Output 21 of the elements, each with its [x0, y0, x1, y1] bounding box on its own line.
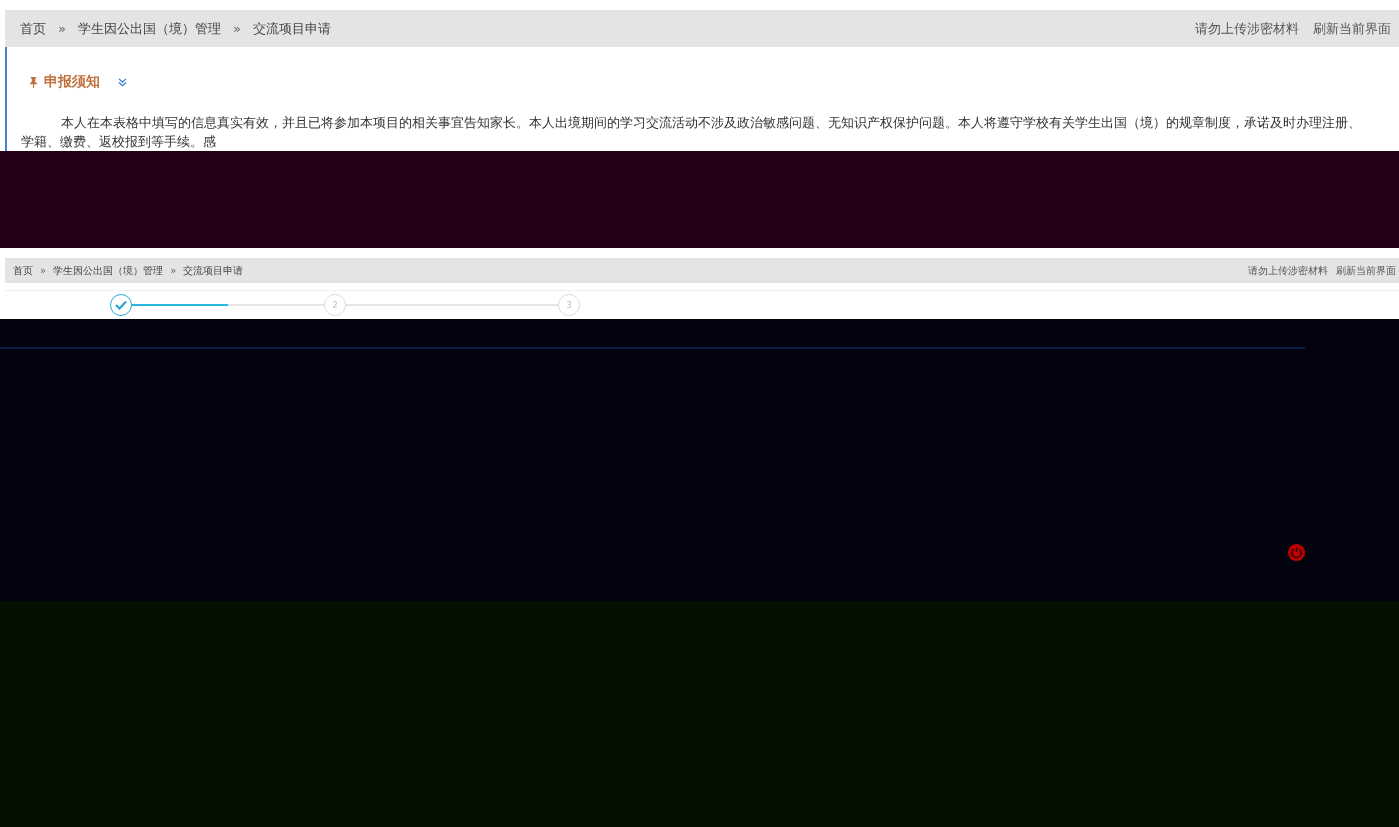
notice-text: 本人在本表格中填写的信息真实有效，并且已将参加本项目的相关事宜告知家长。本人出境期间的学习交流活动不涉及政治敏感问题、无知识产权保护问题。本人将遵守学校有关学生出国（境）的规章制度，承诺及时办理注册、 — [60, 114, 1362, 132]
breadcrumb-separator: » — [58, 21, 66, 36]
breadcrumb-link[interactable]: 交流项目申请 — [183, 263, 244, 278]
breadcrumb-separator: » — [170, 265, 177, 276]
breadcrumb-link[interactable]: 学生因公出国（境）管理 — [53, 263, 164, 278]
breadcrumb-link[interactable]: 首页 — [13, 263, 33, 278]
header-link[interactable]: 刷新当前界面 — [1336, 263, 1396, 278]
chevron-icon[interactable] — [118, 77, 127, 87]
breadcrumb-link[interactable]: 交流项目申请 — [252, 19, 331, 38]
pin-icon — [29, 76, 38, 88]
breadcrumb-link[interactable]: 首页 — [20, 19, 46, 38]
breadcrumb-separator: » — [232, 21, 241, 36]
breadcrumb-link[interactable]: 学生因公出国（境）管理 — [77, 19, 221, 38]
header-link[interactable]: 刷新当前界面 — [1313, 19, 1391, 38]
header-link[interactable]: 请勿上传涉密材料 — [1195, 19, 1299, 38]
power-icon[interactable] — [1287, 543, 1306, 562]
header-link[interactable]: 请勿上传涉密材料 — [1248, 263, 1328, 278]
breadcrumb-separator: » — [40, 265, 47, 276]
notice-text: 学籍、缴费、返校报到等手续。感 — [21, 133, 217, 151]
check-icon — [115, 300, 127, 310]
section-title: 申报须知 — [44, 73, 100, 91]
